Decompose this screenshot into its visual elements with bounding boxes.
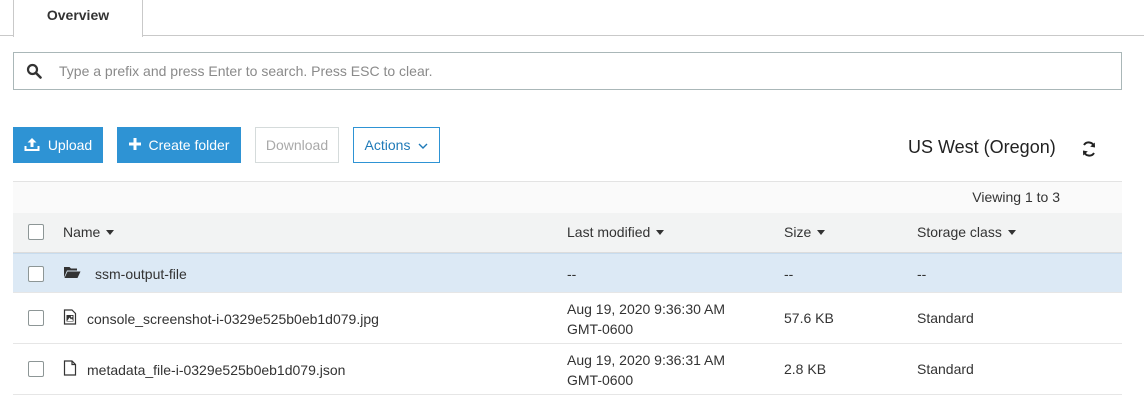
column-header-storage-class-label: Storage class — [917, 224, 1002, 240]
table-row[interactable]: ssm-output-file -- -- -- — [13, 253, 1122, 293]
table-row[interactable]: console_screenshot-i-0329e525b0eb1d079.j… — [13, 293, 1122, 344]
image-file-icon — [63, 309, 77, 328]
name-cell[interactable]: ssm-output-file — [63, 265, 187, 282]
name-cell[interactable]: console_screenshot-i-0329e525b0eb1d079.j… — [63, 309, 379, 328]
upload-icon — [24, 137, 40, 154]
storage-class-cell: Standard — [917, 361, 974, 377]
column-header-name-label: Name — [63, 224, 101, 240]
tab-overview-label: Overview — [46, 6, 110, 23]
size-cell: 2.8 KB — [784, 361, 827, 377]
file-name-link[interactable]: console_screenshot-i-0329e525b0eb1d079.j… — [87, 311, 379, 327]
tab-bar: Overview — [0, 0, 1144, 37]
viewing-count: Viewing 1 to 3 — [972, 189, 1060, 205]
sort-caret-icon — [1007, 229, 1016, 235]
column-header-name[interactable]: Name — [63, 224, 115, 240]
search-input[interactable] — [54, 56, 1121, 86]
file-icon — [63, 360, 77, 379]
row-checkbox[interactable] — [28, 310, 44, 326]
column-header-last-modified[interactable]: Last modified — [567, 224, 665, 240]
column-header-storage-class[interactable]: Storage class — [917, 224, 1016, 240]
upload-label: Upload — [47, 137, 93, 153]
storage-class-cell: Standard — [917, 310, 974, 326]
last-modified-date: Aug 19, 2020 9:36:31 AM — [567, 352, 726, 368]
row-checkbox[interactable] — [28, 266, 44, 282]
folder-open-icon — [63, 265, 81, 282]
column-header-last-modified-label: Last modified — [567, 224, 651, 240]
select-all-checkbox[interactable] — [28, 224, 44, 240]
file-name-link[interactable]: metadata_file-i-0329e525b0eb1d079.json — [87, 362, 345, 378]
plus-icon — [128, 137, 141, 153]
last-modified-cell: Aug 19, 2020 9:36:30 AM GMT-0600 — [567, 299, 725, 339]
size-cell: 57.6 KB — [784, 310, 834, 326]
download-label: Download — [265, 137, 329, 153]
sort-caret-icon — [656, 229, 665, 235]
table-header: Name Last modified Size Storage class — [13, 213, 1122, 253]
storage-class-cell: -- — [917, 266, 927, 282]
s3-bucket-browser: Overview Upload Create folder — [0, 0, 1144, 411]
last-modified-cell: Aug 19, 2020 9:36:31 AM GMT-0600 — [567, 350, 725, 390]
file-name-link[interactable]: ssm-output-file — [95, 266, 187, 282]
sort-caret-icon — [106, 229, 115, 235]
download-button[interactable]: Download — [255, 127, 339, 163]
search-box — [13, 52, 1122, 90]
column-header-size[interactable]: Size — [784, 224, 826, 240]
last-modified-date: Aug 19, 2020 9:36:30 AM — [567, 301, 726, 317]
create-folder-button[interactable]: Create folder — [117, 127, 241, 163]
column-header-size-label: Size — [784, 224, 812, 240]
sort-caret-icon — [817, 229, 826, 235]
actions-dropdown[interactable]: Actions — [353, 127, 440, 163]
row-checkbox[interactable] — [28, 361, 44, 377]
pagination-bar: Viewing 1 to 3 — [13, 181, 1122, 213]
table-row[interactable]: metadata_file-i-0329e525b0eb1d079.json A… — [13, 344, 1122, 395]
last-modified-timezone: GMT-0600 — [567, 372, 634, 388]
size-cell: -- — [784, 266, 794, 282]
chevron-down-icon — [418, 137, 428, 153]
refresh-icon[interactable] — [1080, 140, 1098, 158]
search-icon — [14, 63, 54, 79]
region-label: US West (Oregon) — [908, 137, 1056, 157]
upload-button[interactable]: Upload — [13, 127, 103, 163]
last-modified-timezone: GMT-0600 — [567, 321, 634, 337]
last-modified-cell: -- — [567, 266, 577, 282]
tab-overview[interactable]: Overview — [13, 0, 143, 37]
name-cell[interactable]: metadata_file-i-0329e525b0eb1d079.json — [63, 360, 345, 379]
actions-label: Actions — [364, 137, 411, 153]
create-folder-label: Create folder — [148, 137, 230, 153]
